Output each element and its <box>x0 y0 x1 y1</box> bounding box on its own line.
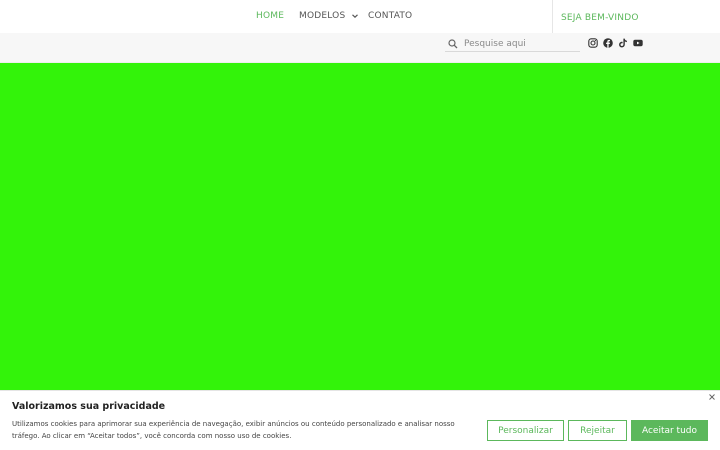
instagram-icon[interactable] <box>588 38 598 48</box>
search-box <box>445 36 580 52</box>
top-navigation-bar: HOME MODELOS CONTATO SEJA BEM-VINDO <box>0 0 720 33</box>
nav-item-contato[interactable]: CONTATO <box>368 11 412 21</box>
social-links <box>588 38 643 48</box>
search-social-bar <box>0 33 720 63</box>
cookie-consent-banner: Valorizamos sua privacidade Utilizamos c… <box>0 390 720 450</box>
search-input[interactable] <box>464 38 574 49</box>
chevron-down-icon <box>352 14 359 19</box>
youtube-icon[interactable] <box>633 38 643 48</box>
cookie-title: Valorizamos sua privacidade <box>12 401 166 412</box>
customize-button[interactable]: Personalizar <box>487 420 564 441</box>
hero-banner <box>0 63 720 390</box>
nav-item-modelos[interactable]: MODELOS <box>299 11 359 21</box>
welcome-text[interactable]: SEJA BEM-VINDO <box>561 13 639 23</box>
close-icon[interactable] <box>708 393 716 401</box>
nav-item-home[interactable]: HOME <box>256 11 284 21</box>
facebook-icon[interactable] <box>603 38 613 48</box>
header-divider <box>552 0 553 33</box>
tiktok-icon[interactable] <box>618 38 628 48</box>
search-icon[interactable] <box>448 38 458 49</box>
cookie-text: Utilizamos cookies para aprimorar sua ex… <box>12 420 455 440</box>
accept-all-button[interactable]: Aceitar tudo <box>631 420 708 441</box>
reject-button[interactable]: Rejeitar <box>568 420 627 441</box>
nav-item-modelos-label: MODELOS <box>299 11 346 21</box>
